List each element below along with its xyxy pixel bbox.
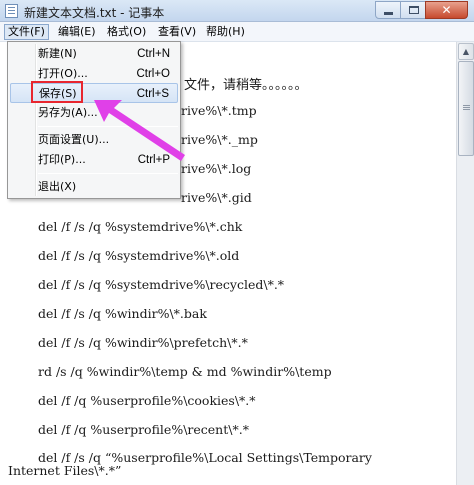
- maximize-button[interactable]: [400, 1, 426, 19]
- menu-item-page-setup[interactable]: 页面设置(U)...: [10, 130, 178, 150]
- menu-separator: [38, 126, 178, 127]
- menu-item-label: 新建(N): [38, 47, 77, 60]
- vertical-scrollbar[interactable]: ▲: [456, 42, 474, 485]
- scroll-thumb[interactable]: [458, 61, 474, 156]
- maximize-icon: [409, 6, 419, 14]
- menu-item-exit[interactable]: 退出(X): [10, 177, 178, 197]
- editor-line: Internet Files\*.*”: [8, 463, 122, 478]
- notepad-icon: [5, 4, 18, 18]
- highlight-box: [31, 81, 83, 103]
- menu-item-shortcut: Ctrl+O: [136, 68, 170, 80]
- menu-item-label: 打印(P)...: [38, 153, 86, 166]
- editor-line: rive%\*.tmp: [181, 103, 257, 118]
- editor-line: del /f /q %userprofile%\recent\*.*: [38, 422, 249, 437]
- menu-item-shortcut: Ctrl+N: [137, 48, 170, 60]
- menu-item-print[interactable]: 打印(P)... Ctrl+P: [10, 150, 178, 170]
- minimize-icon: [384, 12, 393, 15]
- menu-bar: 文件(F) 编辑(E) 格式(O) 查看(V) 帮助(H): [0, 22, 474, 42]
- menu-view[interactable]: 查看(V): [155, 24, 199, 40]
- editor-line: rive%\*.log: [181, 161, 252, 176]
- menu-separator: [38, 173, 178, 174]
- menu-file[interactable]: 文件(F): [4, 24, 49, 40]
- scroll-up-button[interactable]: ▲: [458, 43, 474, 60]
- menu-edit[interactable]: 编辑(E): [55, 24, 99, 40]
- menu-item-label: 退出(X): [38, 180, 77, 193]
- minimize-button[interactable]: [375, 1, 401, 19]
- editor-line: rive%\*.gid: [181, 190, 252, 205]
- editor-line: del /f /s /q %systemdrive%\*.chk: [38, 219, 243, 234]
- file-dropdown-menu: 新建(N) Ctrl+N 打开(O)... Ctrl+O 保存(S) Ctrl+…: [7, 41, 181, 199]
- editor-line: del /f /s /q %systemdrive%\recycled\*.*: [38, 277, 285, 292]
- editor-line: 文件，请稍等。。。。。。: [184, 78, 308, 93]
- editor-line: del /f /s /q %systemdrive%\*.old: [38, 248, 240, 263]
- menu-item-save-as[interactable]: 另存为(A)...: [10, 103, 178, 123]
- window-controls: ✕: [375, 1, 468, 19]
- editor-line: del /f /q %userprofile%\cookies\*.*: [38, 393, 256, 408]
- close-icon: ✕: [441, 3, 452, 17]
- menu-item-new[interactable]: 新建(N) Ctrl+N: [10, 44, 178, 64]
- title-bar[interactable]: 新建文本文档.txt - 记事本 ✕: [0, 0, 474, 22]
- grip-icon: [463, 105, 470, 106]
- menu-help[interactable]: 帮助(H): [203, 24, 248, 40]
- window-title: 新建文本文档.txt - 记事本: [24, 6, 165, 20]
- menu-item-shortcut: Ctrl+S: [136, 88, 169, 100]
- editor-line: del /f /s /q %windir%\*.bak: [38, 306, 207, 321]
- editor-line: rd /s /q %windir%\temp & md %windir%\tem…: [38, 364, 332, 379]
- editor-line: rive%\*._mp: [181, 132, 258, 147]
- menu-item-label: 页面设置(U)...: [38, 133, 110, 146]
- close-button[interactable]: ✕: [425, 1, 468, 19]
- editor-line: del /f /s /q %windir%\prefetch\*.*: [38, 335, 248, 350]
- menu-item-label: 另存为(A)...: [38, 106, 98, 119]
- menu-format[interactable]: 格式(O): [104, 24, 149, 40]
- menu-item-shortcut: Ctrl+P: [137, 154, 170, 166]
